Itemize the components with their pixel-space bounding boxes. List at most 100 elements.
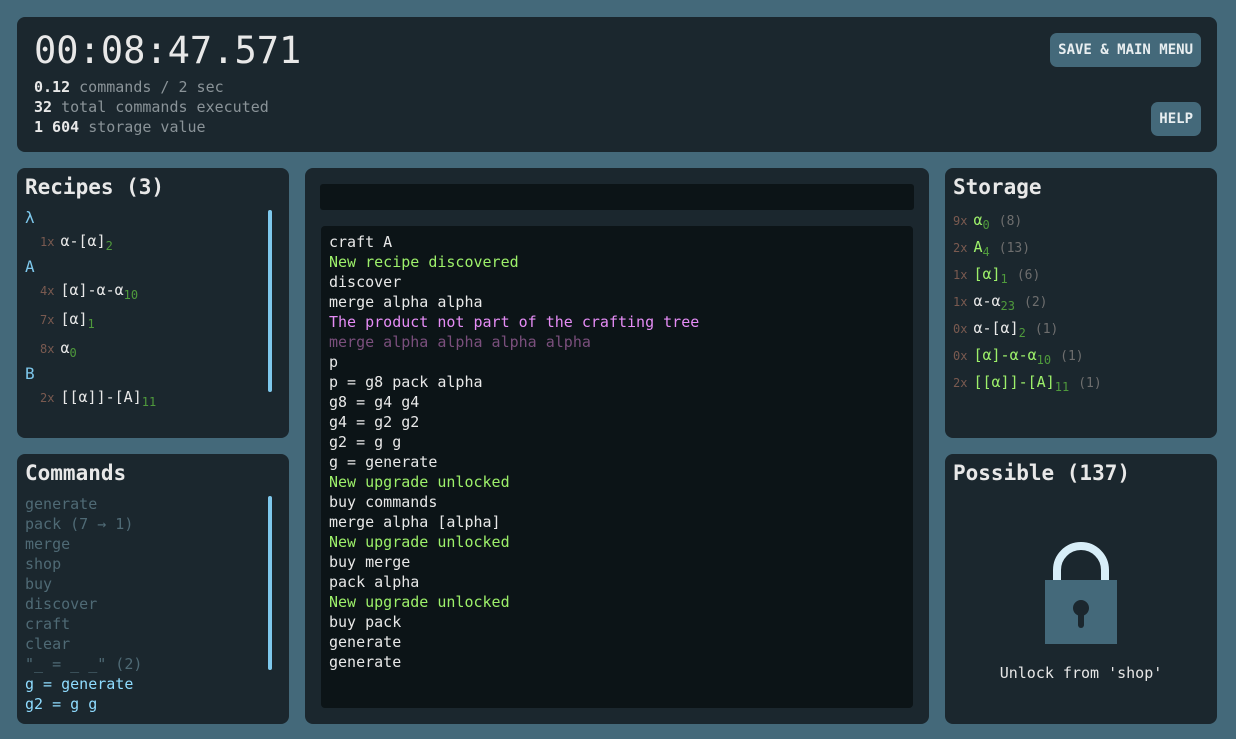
storage-value: (1)	[1034, 322, 1059, 337]
command-item[interactable]: buy	[25, 574, 142, 594]
log-line: The product not part of the crafting tre…	[329, 313, 700, 331]
stats: 0.12 commands / 2 sec 32 total commands …	[34, 77, 269, 137]
storage-count: 0x	[953, 349, 968, 363]
recipe-name: α-[α]	[60, 232, 106, 250]
log-line: g2 = g g	[329, 433, 402, 451]
command-item[interactable]: clear	[25, 634, 142, 654]
storage-item[interactable]: 2x [[α]]-[A]11 (1)	[953, 371, 1102, 398]
recipe-item[interactable]: 1x α-[α]2	[25, 228, 265, 257]
recipe-category: λ	[25, 208, 35, 227]
storage-subscript: 0	[982, 218, 990, 232]
storage-value: (1)	[1078, 376, 1102, 391]
log-line: merge alpha alpha	[329, 293, 483, 311]
commands-panel: Commands generate pack (7 → 1) merge shop bu…	[17, 454, 289, 724]
recipe-count: 8x	[40, 342, 55, 356]
log-line: buy pack	[329, 613, 402, 631]
command-item[interactable]: pack (7 → 1)	[25, 514, 142, 534]
storage-subscript: 11	[1054, 380, 1070, 394]
log-line: New upgrade unlocked	[329, 533, 510, 551]
recipe-count: 1x	[40, 235, 55, 249]
storage-name: [α]-α-α	[973, 346, 1037, 364]
recipes-scrollbar[interactable]	[268, 210, 272, 392]
recipes-title: Recipes (3)	[25, 175, 165, 199]
storage-item[interactable]: 2x A4 (13)	[953, 236, 1102, 263]
recipe-item[interactable]: 8x α0	[25, 335, 265, 364]
help-button[interactable]: HELP	[1151, 102, 1201, 136]
header-panel: 00:08:47.571 0.12 commands / 2 sec 32 to…	[17, 17, 1217, 152]
recipe-item[interactable]: 4x [α]-α-α10	[25, 277, 265, 306]
storage-value: (6)	[1016, 268, 1041, 283]
log-line: g = generate	[329, 453, 438, 471]
storage-item[interactable]: 1x α-α23 (2)	[953, 290, 1102, 317]
log-line: generate	[329, 653, 402, 671]
log-line: buy merge	[329, 553, 411, 571]
recipe-name: [α]-α-α	[60, 281, 124, 299]
command-item[interactable]: shop	[25, 554, 142, 574]
log-line: craft A	[329, 233, 393, 251]
recipe-name: [α]	[60, 310, 88, 328]
storage-count: 1x	[953, 268, 968, 282]
log-line: New recipe discovered	[329, 253, 519, 271]
recipe-count: 7x	[40, 313, 55, 327]
timer: 00:08:47.571	[34, 29, 302, 72]
console-panel: craft A New recipe discovered discover merg…	[305, 168, 929, 724]
stat-storage: 1 604 storage value	[34, 118, 206, 136]
command-item[interactable]: "_ = _ _" (2)	[25, 654, 142, 674]
possible-panel: Possible (137) Unlock from 'shop'	[945, 454, 1217, 724]
console-log: craft A New recipe discovered discover merg…	[321, 226, 913, 708]
recipe-subscript: 2	[105, 239, 113, 253]
command-item[interactable]: generate	[25, 494, 142, 514]
storage-item[interactable]: 0x [α]-α-α10 (1)	[953, 344, 1102, 371]
log-line: merge alpha alpha alpha alpha	[329, 333, 591, 351]
log-line: buy commands	[329, 493, 438, 511]
recipe-category: B	[25, 364, 35, 383]
storage-subscript: 10	[1036, 353, 1052, 367]
command-item[interactable]: merge	[25, 534, 142, 554]
log-line: New upgrade unlocked	[329, 473, 510, 491]
commands-scrollbar[interactable]	[268, 496, 272, 670]
command-item[interactable]: discover	[25, 594, 142, 614]
storage-value: (2)	[1024, 295, 1048, 310]
lock-icon	[1045, 542, 1117, 644]
commands-title: Commands	[25, 461, 127, 485]
storage-item[interactable]: 9x α0 (8)	[953, 209, 1102, 236]
storage-count: 0x	[953, 322, 968, 336]
storage-subscript: 4	[982, 245, 990, 259]
log-line: New upgrade unlocked	[329, 593, 510, 611]
storage-item[interactable]: 0x α-[α]2 (1)	[953, 317, 1102, 344]
storage-name: α-α	[973, 292, 1001, 310]
log-line: discover	[329, 273, 402, 291]
possible-title: Possible (137)	[953, 461, 1131, 485]
recipe-item[interactable]: 7x [α]1	[25, 306, 265, 335]
save-main-menu-button[interactable]: SAVE & MAIN MENU	[1050, 33, 1201, 67]
storage-item[interactable]: 1x [α]1 (6)	[953, 263, 1102, 290]
recipe-count: 4x	[40, 284, 55, 298]
storage-count: 2x	[953, 241, 968, 255]
command-input[interactable]	[320, 184, 914, 210]
storage-value: (1)	[1060, 349, 1084, 364]
recipe-category: A	[25, 257, 35, 276]
storage-panel: Storage 9x α0 (8) 2x A4 (13) 1x [α]1 (6) 1x α-α…	[945, 168, 1217, 438]
storage-value: (8)	[998, 214, 1023, 229]
storage-subscript: 2	[1018, 326, 1026, 340]
storage-subscript: 1	[1000, 272, 1008, 286]
storage-subscript: 23	[1000, 299, 1015, 313]
storage-count: 9x	[953, 214, 968, 228]
macro-item[interactable]: g = generate	[25, 674, 142, 694]
recipe-count: 2x	[40, 391, 55, 405]
macro-item[interactable]: g2 = g g	[25, 694, 142, 714]
recipe-subscript: 11	[141, 395, 157, 409]
log-line: p	[329, 353, 339, 371]
storage-count: 1x	[953, 295, 968, 309]
log-line: generate	[329, 633, 402, 651]
stat-total: 32 total commands executed	[34, 98, 269, 116]
log-line: p = g8 pack alpha	[329, 373, 483, 391]
storage-value: (13)	[998, 241, 1031, 256]
unlock-hint: Unlock from 'shop'	[999, 664, 1163, 682]
recipe-item[interactable]: 2x [[α]]-[A]11	[25, 384, 265, 413]
recipes-panel: Recipes (3) λ 1x α-[α]2 A 4x [α]-α-α10 7x [α]1 8…	[17, 168, 289, 438]
stat-rate: 0.12 commands / 2 sec	[34, 78, 224, 96]
storage-name: α-[α]	[973, 319, 1019, 337]
command-item[interactable]: craft	[25, 614, 142, 634]
recipe-subscript: 0	[69, 346, 77, 360]
